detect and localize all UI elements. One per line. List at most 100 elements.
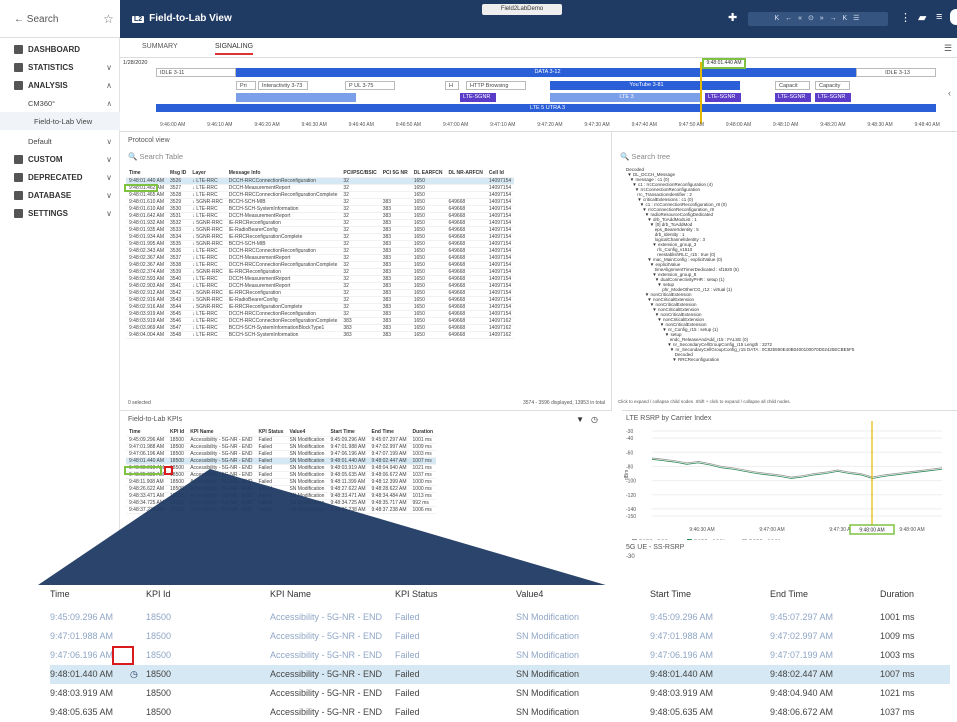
paint-icon[interactable]: ✚ (728, 11, 737, 24)
table-row[interactable]: 9:48:04.004 AM 3548 ↓ LTE-RRC BCCH-SCH-Syst… (126, 331, 515, 339)
segment-lte-sgnr-1[interactable]: LTE-SGNR (460, 93, 496, 102)
column-header[interactable]: Duration (880, 589, 914, 599)
segment-lte-sgnr-4[interactable]: LTE-SGNR (815, 93, 851, 102)
table-row[interactable]: 9:47:06.196 AM 18500 Accessibility - 5G-NR… (126, 450, 437, 458)
filter-icon[interactable]: ▼ (576, 415, 584, 424)
column-header[interactable]: KPI Name (187, 429, 256, 437)
table-row[interactable]: 9:47:06.196 AM 18500 Accessibility - 5G-NR… (50, 646, 950, 665)
column-header[interactable]: Value4 (286, 429, 328, 437)
segment-pul[interactable]: P UL 3-75 (345, 81, 395, 90)
table-row[interactable]: 9:47:01.988 AM 18500 Accessibility - 5G-NR… (50, 627, 950, 646)
column-header[interactable]: Value4 (516, 589, 543, 599)
search-input[interactable]: Search Table (139, 152, 183, 161)
table-row[interactable]: 9:48:03.919 AM 3545 ↓ LTE-RRC DCCH-RRCConne… (126, 310, 515, 318)
table-row[interactable]: 9:48:03.919 AM 18500 Accessibility - 5G-NR… (50, 684, 950, 703)
column-header[interactable]: End Time (368, 429, 410, 437)
star-icon[interactable]: ☆ (103, 12, 114, 26)
tag-icon[interactable]: ▰ (918, 11, 926, 24)
table-row[interactable]: 9:48:01.932 AM 3532 ↓ 5GNR-RRC IE-RRCReconf… (126, 219, 515, 227)
table-row[interactable]: 9:48:03.919 AM 3546 ↓ LTE-RRC DCCH-RRCConne… (126, 317, 515, 325)
table-row[interactable]: 9:48:01.465 AM 3528 ↓ LTE-RRC DCCH-RRCConne… (126, 191, 515, 199)
sidebar-item-custom[interactable]: CUSTOM ∨ (0, 150, 120, 168)
table-row[interactable]: 9:48:01.935 AM 3533 ↓ 5GNR-RRC IE-RadioBear… (126, 226, 515, 234)
clock-icon[interactable]: ◷ (130, 669, 138, 680)
table-row[interactable]: 9:48:01.642 AM 3531 ↓ LTE-RRC DCCH-Measurem… (126, 212, 515, 220)
column-header[interactable]: KPI Status (395, 589, 438, 599)
table-row[interactable]: 9:48:11.908 AM 18500 Accessibility - 5G-NR… (126, 478, 437, 486)
table-row[interactable]: 9:48:01.440 AM 3526 ↓ LTE-RRC DCCH-RRCConne… (126, 177, 515, 185)
chevron-left-icon[interactable]: ‹ (948, 88, 951, 98)
sidebar-item-deprecated[interactable]: DEPRECATED ∨ (0, 168, 120, 186)
more-icon[interactable]: ⋮ (900, 11, 911, 24)
sidebar-item-database[interactable]: DATABASE ∨ (0, 186, 120, 204)
sidebar-item-dashboard[interactable]: DASHBOARD (0, 40, 120, 58)
segment-idle-left[interactable]: IDLE 3-11 (156, 68, 236, 77)
segment-h[interactable]: H (445, 81, 459, 90)
table-row[interactable]: 9:48:01.462 AM 3527 ↓ LTE-RRC DCCH-Measurem… (126, 184, 515, 192)
segment-lte3[interactable]: LTE 3 (550, 93, 700, 102)
table-row[interactable]: 9:48:01.934 AM 3534 ↓ 5GNR-RRC IE-RRCReconf… (126, 233, 515, 241)
column-header[interactable]: KPI Id (146, 589, 171, 599)
column-header[interactable]: KPI Id (167, 429, 188, 437)
protocol-search[interactable]: 🔍 Search Table (128, 152, 183, 161)
table-row[interactable]: 9:48:01.610 AM 3529 ↓ 5GNR-RRC BCCH-SCH-MIB… (126, 198, 515, 206)
tab-summary[interactable]: SUMMARY (142, 43, 178, 50)
table-row[interactable]: 9:48:33.471 AM 18500 Accessibility - 5G-NR… (126, 492, 437, 500)
table-row[interactable]: 9:45:09.296 AM 18500 Accessibility - 5G-NR… (126, 436, 437, 444)
segment-lte-sgnr-3[interactable]: LTE-SGNR (775, 93, 811, 102)
table-row[interactable]: 9:48:02.903 AM 3541 ↓ LTE-RRC DCCH-Measurem… (126, 282, 515, 290)
search-input[interactable]: Search tree (631, 152, 670, 161)
column-header[interactable]: Time (126, 170, 168, 178)
table-row[interactable]: 9:48:02.367 AM 3537 ↓ LTE-RRC DCCH-Measurem… (126, 254, 515, 262)
table-row[interactable]: 9:48:26.622 AM 18500 Accessibility - 5G-NR… (126, 485, 437, 493)
column-header[interactable]: Time (50, 589, 70, 599)
table-row[interactable]: 9:45:09.296 AM 18500 Accessibility - 5G-NR… (50, 608, 950, 627)
segment-lte-sgnr-2[interactable]: LTE-SGNR (705, 93, 741, 102)
segment-capacity-1[interactable]: Capacit (775, 81, 810, 90)
column-header[interactable]: Message Info (225, 170, 341, 178)
table-row[interactable]: 9:48:37.238 AM 18500 Accessibility - 5G-NR… (126, 506, 437, 514)
table-row[interactable]: 9:48:02.916 AM 3543 ↓ 5GNR-RRC IE-RadioBear… (126, 296, 515, 304)
segment-idle-right[interactable]: IDLE 3-13 (856, 68, 936, 77)
table-row[interactable]: 9:48:02.912 AM 3542 ↓ 5GNR-RRC IE-RRCReconf… (126, 289, 515, 297)
table-row[interactable]: 9:48:02.343 AM 3536 ↓ LTE-RRC DCCH-RRCConne… (126, 247, 515, 255)
table-row[interactable]: 9:48:01.440 AM 18500 Accessibility - 5G-NR… (50, 665, 950, 684)
column-header[interactable]: Layer (189, 170, 226, 178)
segment-interactivity[interactable]: Interactivity 3-73 (258, 81, 308, 90)
table-row[interactable]: 9:48:03.969 AM 3547 ↓ LTE-RRC BCCH-SCH-Syst… (126, 324, 515, 332)
column-header[interactable]: Duration (409, 429, 437, 437)
sidebar-item-analysis[interactable]: ANALYSIS ∧ (0, 76, 120, 94)
segment-pri[interactable]: Pri (236, 81, 256, 90)
filter-icon[interactable]: ≡ (936, 11, 942, 23)
sidebar-item-statistics[interactable]: STATISTICS ∨ (0, 58, 120, 76)
clock-icon[interactable]: ◷ (591, 415, 598, 424)
column-header[interactable]: Start Time (650, 589, 691, 599)
segment-lte-sutra[interactable]: LTE 5 UTRA 3 (156, 104, 936, 112)
table-row[interactable]: 9:48:02.593 AM 3540 ↓ LTE-RRC DCCH-Measurem… (126, 275, 515, 283)
table-row[interactable]: 9:48:05.635 AM 18500 Accessibility - 5G-NR… (50, 703, 950, 722)
sidebar-item-default[interactable]: Default ∨ (0, 132, 120, 150)
column-header[interactable]: KPI Name (270, 589, 311, 599)
table-row[interactable]: 9:48:02.367 AM 3538 ↓ LTE-RRC DCCH-RRCConne… (126, 261, 515, 269)
column-header[interactable]: DL EARFCN (410, 170, 446, 178)
back-search-button[interactable]: ← Search (14, 14, 58, 25)
table-row[interactable]: 9:48:01.440 AM 18500 Accessibility - 5G-NR… (126, 457, 437, 465)
column-header[interactable]: KPI Status (255, 429, 287, 437)
menu-icon[interactable]: ☰ (944, 43, 952, 54)
sidebar-item-settings[interactable]: SETTINGS ∨ (0, 204, 120, 222)
column-header[interactable]: DL NR-ARFCN (445, 170, 486, 178)
column-header[interactable]: PCI 5G NR (379, 170, 411, 178)
segment-capacity-2[interactable]: Capacity (815, 81, 850, 90)
column-header[interactable]: End Time (770, 589, 808, 599)
column-header[interactable]: Start Time (327, 429, 369, 437)
column-header[interactable]: PCI/PSC/BSIC (340, 170, 380, 178)
playback-controls[interactable]: K ← « ⊙ » → K ☰ (748, 12, 888, 26)
column-header[interactable]: Cell Id (485, 170, 515, 178)
tree-search[interactable]: 🔍 Search tree (620, 152, 670, 161)
timeline[interactable]: 1/28/2020 IDLE 3-11 DATA 3-12 IDLE 3-13 … (120, 58, 957, 132)
segment-http[interactable]: HTTP Browsing (466, 81, 526, 90)
project-tab[interactable]: Field2LabDemo (482, 4, 562, 15)
table-row[interactable]: 9:48:02.916 AM 3544 ↓ 5GNR-RRC IE-RRCReconf… (126, 303, 515, 311)
table-row[interactable]: 9:48:01.995 AM 3535 ↓ 5GNR-RRC BCCH-SCH-MIB… (126, 240, 515, 248)
segment-lte[interactable] (236, 93, 356, 102)
